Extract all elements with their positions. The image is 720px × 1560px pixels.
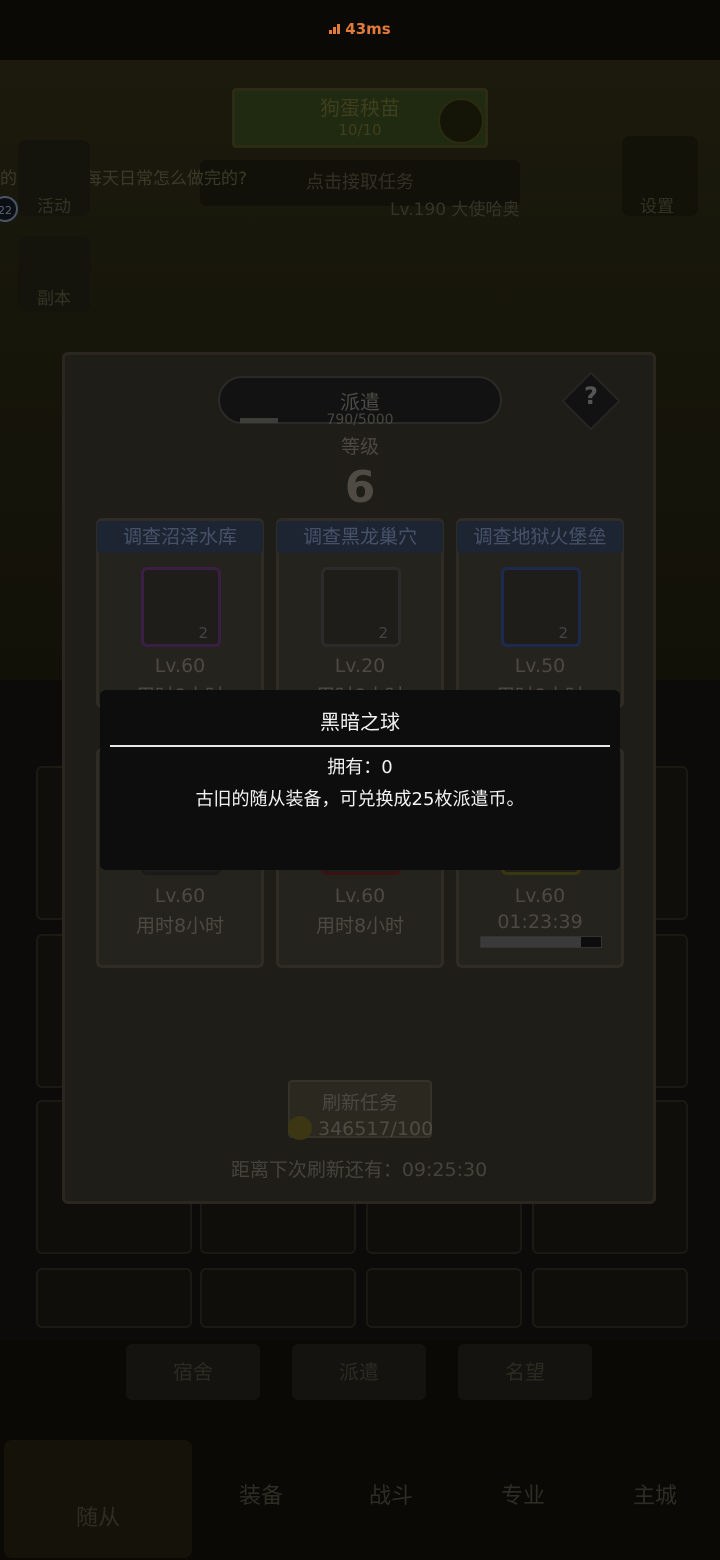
bg-card — [200, 1268, 356, 1328]
refresh-countdown: 距离下次刷新还有：09:25:30 — [230, 1159, 488, 1181]
mission-level: Lv.60 — [514, 885, 566, 907]
level-number: 6 — [344, 462, 376, 513]
mission-title: 调查沼泽水库 — [97, 521, 263, 553]
mission-level: Lv.60 — [334, 885, 386, 907]
mission-title: 调查黑龙巢穴 — [277, 521, 443, 553]
panel-title: 派遣 — [340, 390, 380, 414]
tooltip-owned: 拥有：0 — [327, 757, 393, 778]
activity-label: 活动 — [37, 197, 71, 217]
level-label: 等级 — [340, 436, 379, 458]
player-info: Lv.190 大使哈奥 — [390, 200, 520, 220]
mission-card[interactable]: 调查黑龙巢穴 2 Lv.20 用时8小时 — [276, 518, 444, 708]
amulet-icon[interactable]: 2 — [501, 567, 581, 647]
item-count: 2 — [378, 624, 388, 642]
tab-fame[interactable]: 名望 — [458, 1344, 592, 1400]
mission-time: 用时8小时 — [135, 915, 225, 937]
mission-progress-bar — [480, 936, 602, 948]
nav-followers[interactable]: 随从 — [4, 1500, 192, 1532]
progress-fill — [481, 937, 581, 947]
dungeon-label: 副本 — [37, 289, 71, 309]
tab-dispatch[interactable]: 派遣 — [292, 1344, 426, 1400]
mission-title: 调查地狱火堡垒 — [457, 521, 623, 553]
refresh-arrow-icon[interactable] — [438, 98, 484, 144]
bg-card — [36, 1268, 192, 1328]
tooltip-title: 黑暗之球 — [320, 710, 400, 734]
settings-label: 设置 — [640, 197, 674, 217]
nav-equipment[interactable]: 装备 — [196, 1478, 326, 1510]
mission-timer: 01:23:39 — [497, 911, 583, 933]
coin-icon — [288, 1116, 312, 1140]
bg-card — [366, 1268, 522, 1328]
nav-main-city[interactable]: 主城 — [590, 1478, 720, 1510]
ping-value: 43ms — [345, 20, 391, 38]
mission-card[interactable]: 调查地狱火堡垒 2 Lv.50 用时8小时 — [456, 518, 624, 708]
refresh-cost: 346517/100 — [318, 1118, 434, 1140]
ping-indicator: 43ms — [0, 20, 720, 38]
bg-card — [532, 1268, 688, 1328]
signal-icon — [329, 24, 341, 34]
item-count: 2 — [198, 624, 208, 642]
claws-icon[interactable]: 2 — [321, 567, 401, 647]
tooltip-divider — [110, 745, 610, 747]
tab-dorm[interactable]: 宿舍 — [126, 1344, 260, 1400]
nav-battle[interactable]: 战斗 — [326, 1478, 456, 1510]
mission-level: Lv.20 — [334, 655, 386, 677]
mission-level: Lv.60 — [154, 885, 206, 907]
mission-level: Lv.60 — [154, 655, 206, 677]
horn-icon[interactable]: 2 — [141, 567, 221, 647]
bg-card — [366, 1200, 522, 1254]
mission-card[interactable]: 调查沼泽水库 2 Lv.60 用时8小时 — [96, 518, 264, 708]
nav-followers-highlight — [4, 1440, 192, 1558]
refresh-label: 刷新任务 — [321, 1092, 398, 1114]
mission-level: Lv.50 — [514, 655, 566, 677]
help-icon: ? — [584, 382, 598, 410]
item-count: 2 — [558, 624, 568, 642]
nav-profession[interactable]: 专业 — [458, 1478, 588, 1510]
mission-time: 用时8小时 — [315, 915, 405, 937]
exp-value: 790/5000 — [326, 412, 394, 428]
bg-card — [200, 1200, 356, 1254]
tooltip-description: 古旧的随从装备，可兑换成25枚派遣币。 — [195, 789, 525, 810]
